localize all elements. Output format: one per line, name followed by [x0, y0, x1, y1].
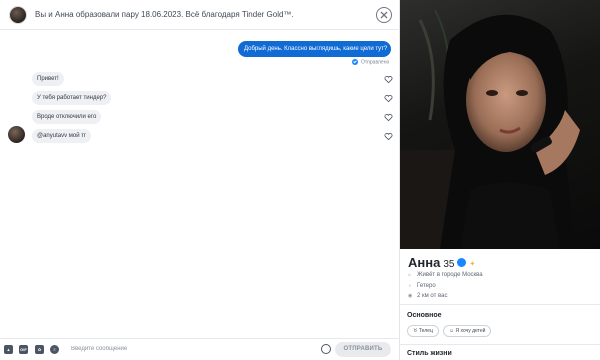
tag-chip: ♉ Телец [407, 325, 439, 337]
image-icon[interactable]: ▲ [4, 345, 13, 354]
like-message-icon[interactable] [384, 132, 393, 141]
chat-pane: Вы и Анна образовали пару 18.06.2023. Вс… [0, 0, 400, 360]
tag-chip: ☺ Я хочу детей [443, 325, 492, 337]
gold-badge-icon: ✦ [469, 261, 476, 268]
incoming-message[interactable]: @anyutavv мой тг [32, 129, 92, 143]
match-info-text: Вы и Анна образовали пару 18.06.2023. Вс… [35, 10, 294, 19]
like-message-icon[interactable] [384, 113, 393, 122]
close-chat-button[interactable] [376, 7, 392, 23]
section-title-lifestyle: Стиль жизни [407, 350, 452, 357]
tag-chip-label: Телец [418, 328, 433, 334]
divider [400, 304, 600, 305]
emoji-icon[interactable] [321, 344, 331, 354]
match-avatar[interactable] [9, 6, 27, 24]
profile-orientation-text: Гетеро [417, 283, 436, 289]
close-icon [380, 11, 388, 19]
home-icon: ⌂ [408, 272, 412, 278]
profile-orientation: ♁ Гетеро [408, 283, 436, 289]
outgoing-message[interactable]: Добрый день. Классно выглядишь, какие це… [238, 41, 391, 57]
message-input[interactable] [71, 342, 311, 356]
message-status-label: Отправлено [361, 59, 390, 66]
chat-header: Вы и Анна образовали пару 18.06.2023. Вс… [0, 0, 400, 30]
music-icon[interactable]: ≡ [50, 345, 59, 354]
profile-photo-art [400, 9, 580, 249]
tag-chip-label: Я хочу детей [455, 328, 486, 334]
profile-location-text: Живёт в городе Москва [417, 272, 483, 278]
message-status: Отправлено [352, 59, 389, 65]
profile-pane: Анна 35 ✦ ⌂ Живёт в городе Москва ♁ Гетеро ◉… [400, 0, 600, 360]
gif-button[interactable]: GIF [19, 345, 28, 354]
like-message-icon[interactable] [384, 75, 393, 84]
profile-age: 35 [443, 259, 455, 270]
sticker-icon[interactable]: ✿ [35, 345, 44, 354]
incoming-message[interactable]: Привет! [32, 72, 64, 86]
sent-check-icon [352, 59, 358, 65]
incoming-message[interactable]: У тебя работает тиндер? [32, 91, 112, 105]
section-title-basic: Основное [407, 312, 442, 319]
person-icon: ♁ [408, 283, 412, 289]
profile-name: Анна [408, 255, 441, 270]
profile-photo[interactable] [400, 0, 600, 249]
incoming-message[interactable]: Вроде отключили его [32, 110, 102, 124]
verified-icon [457, 258, 467, 267]
profile-distance: ◉ 2 км от вас [408, 293, 448, 299]
sender-avatar[interactable] [8, 126, 25, 143]
location-pin-icon: ◉ [408, 293, 413, 299]
like-message-icon[interactable] [384, 94, 393, 103]
profile-distance-text: 2 км от вас [417, 293, 448, 299]
divider [400, 344, 600, 345]
send-button[interactable]: ОТПРАВИТЬ [335, 342, 391, 357]
profile-location: ⌂ Живёт в городе Москва [408, 272, 483, 278]
profile-name-row: Анна 35 ✦ [408, 254, 477, 272]
